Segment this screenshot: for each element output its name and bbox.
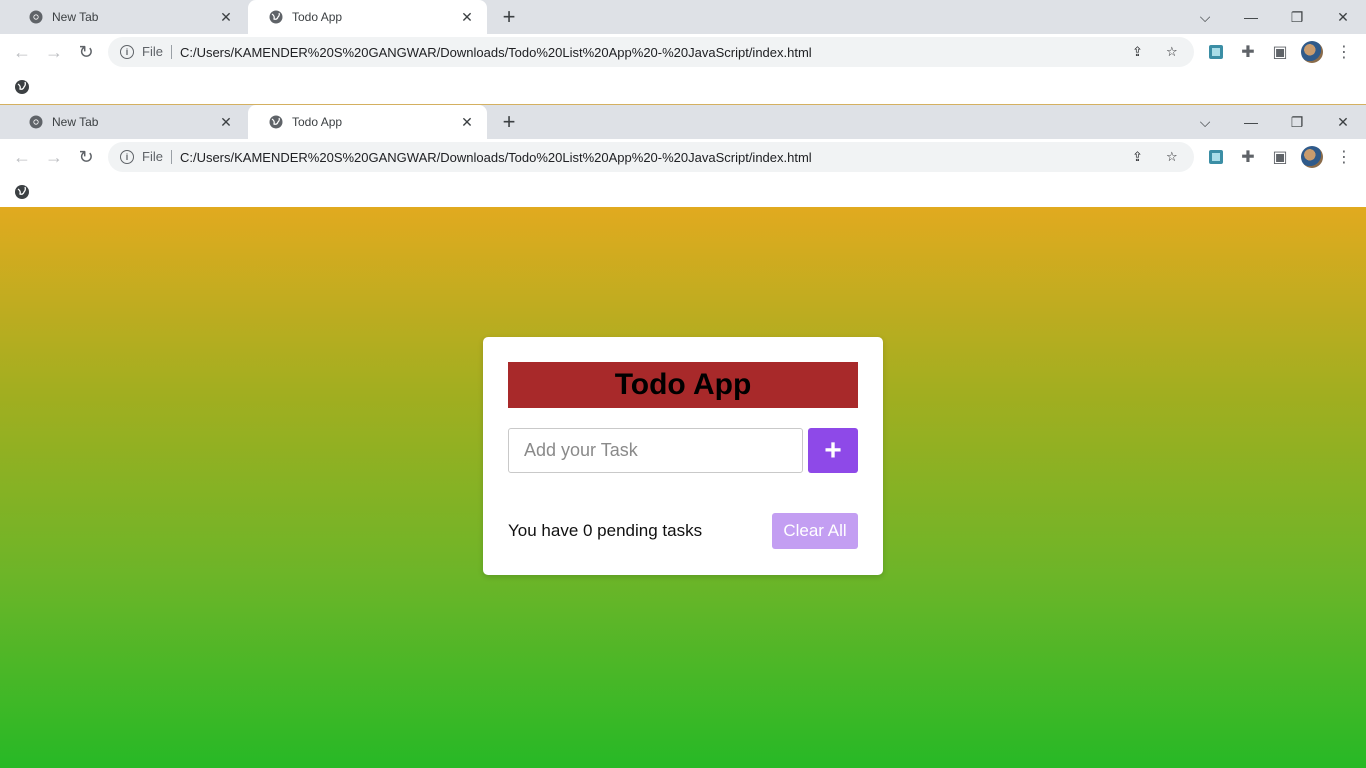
- tab-new-tab[interactable]: New Tab ✕: [8, 105, 246, 139]
- menu-icon[interactable]: ⋮: [1332, 145, 1356, 169]
- close-icon[interactable]: ✕: [218, 114, 234, 130]
- close-icon[interactable]: ✕: [459, 9, 475, 25]
- bookmarks-bar: [0, 70, 1366, 104]
- star-icon[interactable]: ☆: [1166, 37, 1178, 67]
- window-close-icon[interactable]: ✕: [1320, 105, 1366, 139]
- tab-new-tab[interactable]: New Tab ✕: [8, 0, 246, 34]
- restore-icon[interactable]: ❐: [1274, 105, 1320, 139]
- back-icon[interactable]: ←: [10, 40, 34, 64]
- globe-icon: [268, 9, 284, 25]
- restore-icon[interactable]: ❐: [1274, 0, 1320, 34]
- side-panel-icon[interactable]: ▣: [1268, 145, 1292, 169]
- new-tab-button[interactable]: +: [497, 109, 521, 134]
- scheme-label: File: [142, 150, 172, 164]
- tab-search-icon[interactable]: ⌵: [1182, 105, 1228, 139]
- extensions-puzzle-icon[interactable]: ✚: [1236, 40, 1260, 64]
- star-icon[interactable]: ☆: [1166, 142, 1178, 172]
- globe-icon: [268, 114, 284, 130]
- tab-strip: New Tab ✕ Todo App ✕ + ⌵ — ❐ ✕: [0, 105, 1366, 139]
- tab-search-icon[interactable]: ⌵: [1182, 0, 1228, 34]
- tab-todo-app[interactable]: Todo App ✕: [248, 105, 487, 139]
- page-viewport: Todo App + You have 0 pending tasks Clea…: [0, 207, 1366, 768]
- tab-todo-app[interactable]: Todo App ✕: [248, 0, 487, 34]
- chrome-icon: [28, 9, 44, 25]
- close-icon[interactable]: ✕: [459, 114, 475, 130]
- bookmarks-bar: [0, 175, 1366, 209]
- info-icon[interactable]: i: [120, 150, 134, 164]
- close-icon[interactable]: ✕: [218, 9, 234, 25]
- toolbar: ← → ↻ i File C:/Users/KAMENDER%20S%20GAN…: [0, 139, 1366, 175]
- menu-icon[interactable]: ⋮: [1332, 40, 1356, 64]
- new-tab-button[interactable]: +: [497, 4, 521, 29]
- add-task-button[interactable]: +: [808, 428, 858, 473]
- todo-card: Todo App + You have 0 pending tasks Clea…: [483, 337, 883, 575]
- extensions-puzzle-icon[interactable]: ✚: [1236, 145, 1260, 169]
- address-bar[interactable]: i File C:/Users/KAMENDER%20S%20GANGWAR/D…: [108, 37, 1194, 67]
- extension-icon[interactable]: [1204, 145, 1228, 169]
- share-icon[interactable]: ⇪: [1132, 142, 1143, 172]
- pending-tasks-text: You have 0 pending tasks: [508, 521, 703, 540]
- globe-icon[interactable]: [14, 79, 30, 95]
- info-icon[interactable]: i: [120, 45, 134, 59]
- globe-icon[interactable]: [14, 184, 30, 200]
- forward-icon[interactable]: →: [42, 40, 66, 64]
- avatar[interactable]: [1301, 41, 1323, 63]
- avatar[interactable]: [1301, 146, 1323, 168]
- reload-icon[interactable]: ↻: [74, 145, 98, 169]
- address-bar[interactable]: i File C:/Users/KAMENDER%20S%20GANGWAR/D…: [108, 142, 1194, 172]
- tab-title: New Tab: [52, 115, 99, 129]
- minimize-icon[interactable]: —: [1228, 0, 1274, 34]
- app-title: Todo App: [508, 362, 858, 408]
- url-text[interactable]: C:/Users/KAMENDER%20S%20GANGWAR/Download…: [180, 45, 812, 60]
- minimize-icon[interactable]: —: [1228, 105, 1274, 139]
- tab-title: Todo App: [292, 10, 343, 24]
- tab-strip: New Tab ✕ Todo App ✕ + ⌵ — ❐ ✕: [0, 0, 1366, 34]
- toolbar: ← → ↻ i File C:/Users/KAMENDER%20S%20GAN…: [0, 34, 1366, 70]
- share-icon[interactable]: ⇪: [1132, 37, 1143, 67]
- url-text[interactable]: C:/Users/KAMENDER%20S%20GANGWAR/Download…: [180, 150, 812, 165]
- chrome-icon: [28, 114, 44, 130]
- reload-icon[interactable]: ↻: [74, 40, 98, 64]
- forward-icon[interactable]: →: [42, 145, 66, 169]
- side-panel-icon[interactable]: ▣: [1268, 40, 1292, 64]
- task-input[interactable]: [508, 428, 803, 473]
- clear-all-button[interactable]: Clear All: [772, 513, 858, 549]
- scheme-label: File: [142, 45, 172, 59]
- back-icon[interactable]: ←: [10, 145, 34, 169]
- tab-title: New Tab: [52, 10, 99, 24]
- browser-chrome-second: New Tab ✕ Todo App ✕ + ⌵ — ❐ ✕ ← → ↻ i F…: [0, 104, 1366, 209]
- browser-chrome-top: New Tab ✕ Todo App ✕ + ⌵ — ❐ ✕ ← → ↻ i F…: [0, 0, 1366, 104]
- extension-icon[interactable]: [1204, 40, 1228, 64]
- tab-title: Todo App: [292, 115, 343, 129]
- window-close-icon[interactable]: ✕: [1320, 0, 1366, 34]
